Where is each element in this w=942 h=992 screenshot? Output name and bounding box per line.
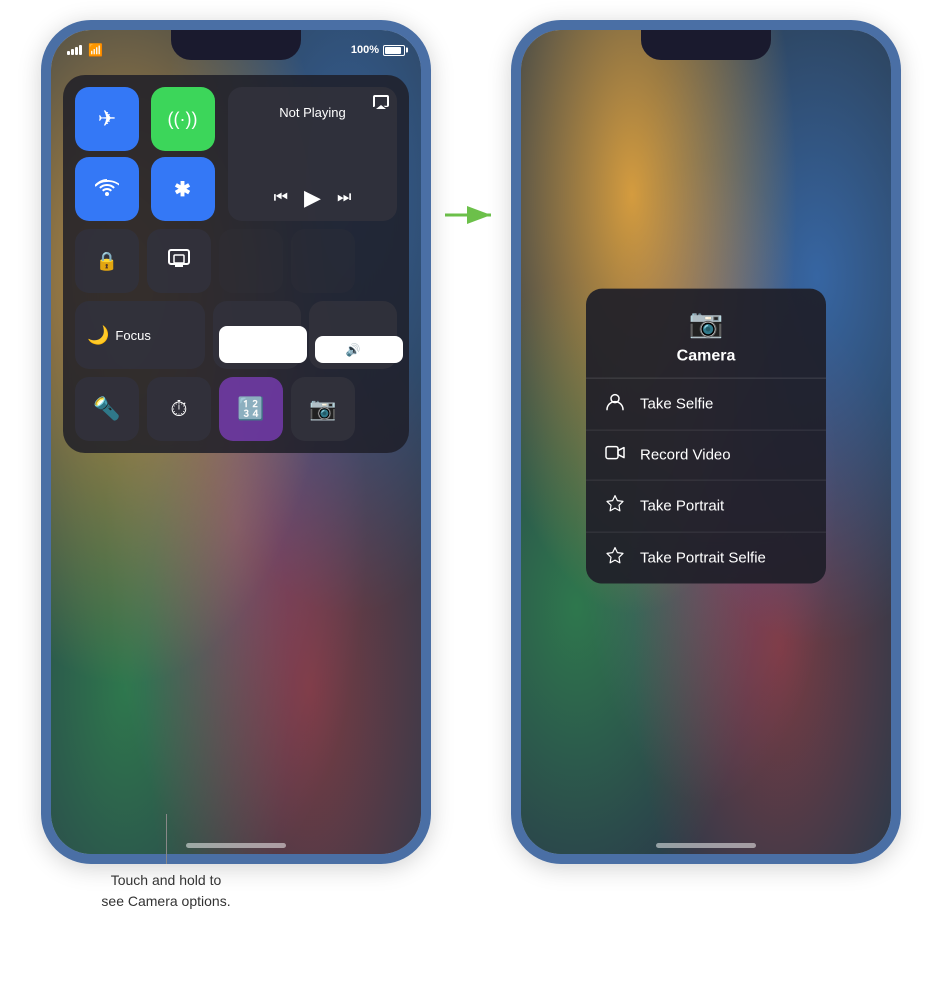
battery-fill bbox=[385, 47, 401, 54]
cellular-icon: ((·)) bbox=[168, 109, 198, 130]
right-phone-wrapper: 📷 Camera Take Selfie bbox=[511, 0, 901, 864]
cellular-button[interactable]: ((·)) bbox=[151, 87, 215, 151]
caption-area: Touch and hold to see Camera options. bbox=[66, 814, 266, 912]
fast-forward-button[interactable]: ⏭ bbox=[337, 189, 351, 207]
take-portrait-icon bbox=[604, 495, 626, 518]
record-video-icon bbox=[604, 445, 626, 466]
take-portrait-label: Take Portrait bbox=[640, 498, 724, 515]
bluetooth-icon: ✱ bbox=[174, 177, 191, 202]
caption-text: Touch and hold to see Camera options. bbox=[101, 870, 230, 912]
now-playing-controls: ⏮ ▶ ⏭ bbox=[240, 185, 385, 211]
caption-line bbox=[166, 814, 167, 864]
timer-icon: ⏱ bbox=[170, 396, 187, 422]
timer-button[interactable]: ⏱ bbox=[147, 377, 211, 441]
control-center: ✈ ((·)) ✱ bbox=[63, 75, 409, 453]
battery-percent-label: 100% bbox=[351, 44, 379, 56]
arrow-container bbox=[431, 200, 511, 230]
airplane-icon: ✈ bbox=[98, 106, 116, 132]
flashlight-button[interactable]: 🔦 bbox=[75, 377, 139, 441]
camera-button[interactable]: 📷 bbox=[291, 377, 355, 441]
screen-mirror-button[interactable] bbox=[147, 229, 211, 293]
bar3 bbox=[75, 47, 78, 55]
take-selfie-icon bbox=[604, 393, 626, 416]
rotation-lock-button[interactable]: 🔒 bbox=[75, 229, 139, 293]
extra-button-2[interactable] bbox=[291, 229, 355, 293]
caption-line1: Touch and hold to bbox=[111, 872, 222, 888]
volume-icon: 🔊 bbox=[346, 343, 361, 357]
wifi-status-icon: 📶 bbox=[88, 43, 103, 57]
cc-row3: 🌙 Focus ☀ 🔊 bbox=[75, 301, 397, 369]
camera-popup-title: Camera bbox=[677, 348, 736, 366]
record-video-label: Record Video bbox=[640, 447, 731, 464]
notch bbox=[171, 30, 301, 60]
now-playing-title: Not Playing bbox=[240, 105, 385, 120]
rotation-lock-icon: 🔒 bbox=[96, 251, 118, 272]
calculator-button[interactable]: 🔢 bbox=[219, 377, 283, 441]
focus-label: Focus bbox=[115, 328, 150, 343]
record-video-item[interactable]: Record Video bbox=[586, 431, 826, 481]
wifi-button[interactable] bbox=[75, 157, 139, 221]
take-portrait-item[interactable]: Take Portrait bbox=[586, 481, 826, 533]
focus-icon: 🌙 bbox=[87, 325, 109, 346]
volume-slider[interactable]: 🔊 bbox=[309, 301, 397, 369]
arrow-svg bbox=[441, 200, 501, 230]
battery-area: 100% bbox=[351, 44, 405, 56]
take-selfie-label: Take Selfie bbox=[640, 396, 713, 413]
right-notch bbox=[641, 30, 771, 60]
focus-button[interactable]: 🌙 Focus bbox=[75, 301, 205, 369]
camera-popup: 📷 Camera Take Selfie bbox=[586, 289, 826, 584]
bluetooth-button[interactable]: ✱ bbox=[151, 157, 215, 221]
caption-line2: see Camera options. bbox=[101, 893, 230, 909]
brightness-icon: ☀ bbox=[251, 340, 264, 357]
take-portrait-selfie-label: Take Portrait Selfie bbox=[640, 550, 766, 567]
connectivity-grid: ✈ ((·)) ✱ bbox=[75, 87, 220, 221]
cc-row1: ✈ ((·)) ✱ bbox=[75, 87, 397, 221]
bar1 bbox=[67, 51, 70, 55]
bar2 bbox=[71, 49, 74, 55]
right-phone-frame: 📷 Camera Take Selfie bbox=[511, 20, 901, 864]
take-portrait-selfie-icon bbox=[604, 547, 626, 570]
airplay-icon[interactable] bbox=[373, 95, 389, 112]
left-phone-frame: 📶 100% ✈ bbox=[41, 20, 431, 864]
extra-button-1[interactable] bbox=[219, 229, 283, 293]
flashlight-icon: 🔦 bbox=[93, 396, 120, 422]
bar4 bbox=[79, 45, 82, 55]
cc-row4: 🔦 ⏱ 🔢 📷 bbox=[75, 377, 397, 441]
left-phone-wrapper: 📶 100% ✈ bbox=[41, 0, 431, 932]
airplane-mode-button[interactable]: ✈ bbox=[75, 87, 139, 151]
take-selfie-item[interactable]: Take Selfie bbox=[586, 379, 826, 431]
signal-area: 📶 bbox=[67, 43, 103, 57]
signal-bars bbox=[67, 45, 82, 55]
camera-popup-icon: 📷 bbox=[689, 307, 724, 340]
now-playing-widget: Not Playing ⏮ ▶ ⏭ bbox=[228, 87, 397, 221]
camera-popup-header: 📷 Camera bbox=[586, 289, 826, 379]
take-portrait-selfie-item[interactable]: Take Portrait Selfie bbox=[586, 533, 826, 584]
calculator-icon: 🔢 bbox=[237, 396, 264, 422]
right-home-indicator bbox=[656, 843, 756, 848]
rewind-button[interactable]: ⏮ bbox=[274, 189, 288, 207]
wifi-icon bbox=[95, 176, 119, 202]
brightness-slider[interactable]: ☀ bbox=[213, 301, 301, 369]
play-button[interactable]: ▶ bbox=[304, 185, 321, 211]
battery-icon bbox=[383, 45, 405, 56]
screen-mirror-icon bbox=[167, 248, 191, 274]
cc-row2: 🔒 bbox=[75, 229, 397, 293]
main-container: 📶 100% ✈ bbox=[0, 0, 942, 992]
camera-icon: 📷 bbox=[309, 396, 336, 422]
